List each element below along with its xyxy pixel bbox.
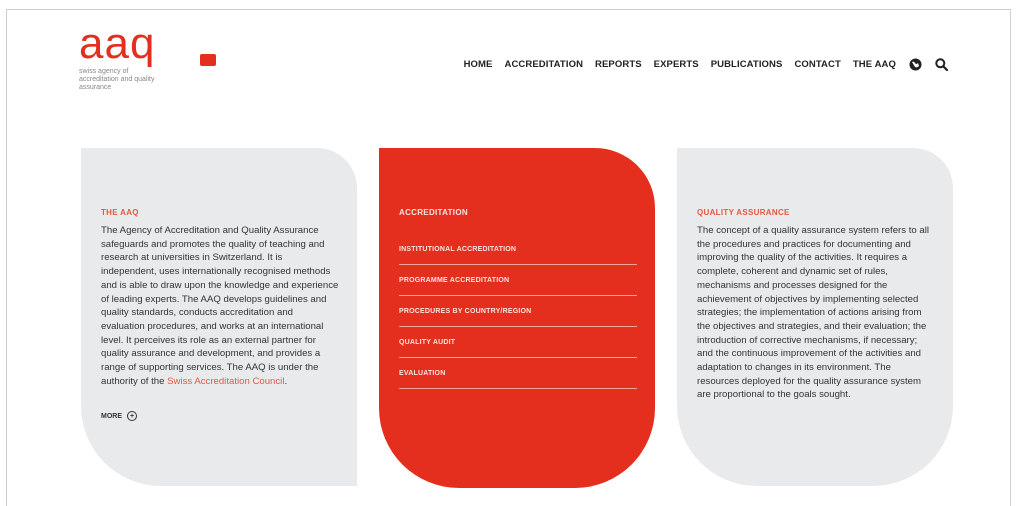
swiss-accreditation-council-link[interactable]: Swiss Accreditation Council	[167, 376, 284, 387]
nav-the-aaq[interactable]: THE AAQ	[853, 59, 896, 70]
browser-frame: aaq swiss agency of accreditation and qu…	[6, 9, 1011, 506]
site-header: aaq swiss agency of accreditation and qu…	[7, 10, 1010, 110]
quality-title: QUALITY ASSURANCE	[697, 208, 790, 217]
search-icon[interactable]	[934, 57, 948, 71]
logo-wordmark: aaq	[79, 19, 156, 68]
site-logo[interactable]: aaq swiss agency of accreditation and qu…	[79, 19, 216, 92]
nav-experts[interactable]: EXPERTS	[654, 59, 699, 70]
nav-contact[interactable]: CONTACT	[794, 59, 840, 70]
nav-reports[interactable]: REPORTS	[595, 59, 642, 70]
about-text: The Agency of Accreditation and Quality …	[101, 224, 339, 388]
accreditation-card: ACCREDITATION INSTITUTIONAL ACCREDITATIO…	[379, 148, 655, 488]
accreditation-list: INSTITUTIONAL ACCREDITATION PROGRAMME AC…	[399, 234, 637, 389]
accreditation-item-procedures[interactable]: PROCEDURES BY COUNTRY/REGION	[399, 296, 637, 327]
about-tail: .	[284, 375, 288, 387]
globe-icon[interactable]	[908, 57, 922, 71]
nav-home[interactable]: HOME	[464, 59, 493, 70]
logo-mark	[200, 54, 216, 66]
accreditation-item-quality-audit[interactable]: QUALITY AUDIT	[399, 327, 637, 358]
about-title: THE AAQ	[101, 208, 139, 217]
accreditation-item-evaluation[interactable]: EVALUATION	[399, 358, 637, 389]
about-card: THE AAQ The Agency of Accreditation and …	[81, 148, 357, 486]
more-link[interactable]: MORE +	[101, 411, 137, 421]
main-nav: HOME ACCREDITATION REPORTS EXPERTS PUBLI…	[464, 57, 948, 71]
logo-tagline: swiss agency of accreditation and qualit…	[79, 68, 155, 91]
accreditation-item-programme[interactable]: PROGRAMME ACCREDITATION	[399, 265, 637, 296]
about-body: The Agency of Accreditation and Quality …	[101, 225, 339, 387]
accreditation-item-institutional[interactable]: INSTITUTIONAL ACCREDITATION	[399, 234, 637, 265]
plus-circle-icon: +	[127, 411, 137, 421]
nav-publications[interactable]: PUBLICATIONS	[711, 59, 783, 70]
quality-text: The concept of a quality assurance syste…	[697, 225, 929, 401]
nav-accreditation[interactable]: ACCREDITATION	[505, 59, 584, 70]
accreditation-title: ACCREDITATION	[399, 208, 468, 217]
quality-card: QUALITY ASSURANCE The concept of a quali…	[677, 148, 953, 486]
more-label: MORE	[101, 412, 122, 420]
